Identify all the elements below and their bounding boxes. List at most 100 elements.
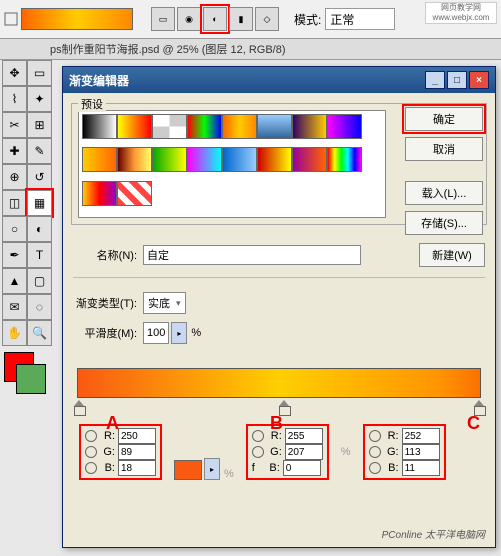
color-swatches[interactable] [2, 350, 52, 390]
load-button[interactable]: 载入(L)... [405, 181, 483, 205]
diamond-gradient-btn[interactable]: ◇ [255, 7, 279, 31]
gradient-bar[interactable]: A B C [77, 368, 481, 398]
radio-r-c[interactable] [369, 430, 381, 442]
cancel-button[interactable]: 取消 [405, 137, 483, 161]
gradient-preview[interactable] [21, 8, 133, 30]
opacity-stop-left[interactable] [74, 355, 84, 367]
linear-gradient-btn[interactable]: ▭ [151, 7, 175, 31]
eyedrop-tool[interactable]: ◌ [27, 294, 52, 320]
eraser-tool[interactable]: ◫ [2, 190, 27, 216]
preset-swatch[interactable] [82, 147, 117, 172]
type-tool[interactable]: T [27, 242, 52, 268]
preset-swatch[interactable] [117, 114, 152, 139]
document-tab[interactable]: ps制作重阳节海报.psd @ 25% (图层 12, RGB/8) [0, 39, 501, 60]
preset-swatch[interactable] [292, 114, 327, 139]
reflected-gradient-btn[interactable]: ▮ [229, 7, 253, 31]
color-stop-b[interactable] [279, 400, 289, 412]
notes-tool[interactable]: ✉ [2, 294, 27, 320]
g-b-input[interactable] [285, 444, 323, 460]
shape-tool[interactable]: ▢ [27, 268, 52, 294]
r-b-input[interactable] [285, 428, 323, 444]
preset-swatch[interactable] [187, 147, 222, 172]
zoom-tool[interactable]: 🔍 [27, 320, 52, 346]
ok-button[interactable]: 确定 [405, 107, 483, 131]
color-well-a[interactable] [174, 460, 202, 480]
tool-palette: ✥▭ ⌇✦ ✂⊞ ✚✎ ⊕↺ ◫▦ ○◐ ✒T ▲▢ ✉◌ ✋🔍 [2, 60, 52, 390]
blur-tool[interactable]: ○ [2, 216, 27, 242]
preset-swatch[interactable] [222, 147, 257, 172]
name-label: 名称(N): [73, 247, 137, 263]
angle-gradient-btn[interactable]: ◐ [203, 7, 227, 31]
radio-g-b[interactable] [252, 446, 264, 458]
preset-swatch[interactable] [257, 147, 292, 172]
r-a-input[interactable] [118, 428, 156, 444]
preset-swatch[interactable] [82, 114, 117, 139]
color-flyout-a[interactable]: ▸ [204, 458, 220, 480]
smooth-input[interactable]: 100 [143, 322, 169, 344]
marquee-tool[interactable]: ▭ [27, 60, 52, 86]
color-stop-a[interactable] [74, 400, 84, 412]
preset-swatch[interactable] [222, 114, 257, 139]
wand-tool[interactable]: ✦ [27, 86, 52, 112]
history-brush-tool[interactable]: ↺ [27, 164, 52, 190]
r-c-input[interactable] [402, 428, 440, 444]
radio-g-a[interactable] [85, 446, 97, 458]
stamp-tool[interactable]: ⊕ [2, 164, 27, 190]
mode-value: 正常 [330, 11, 354, 28]
preset-swatch[interactable] [117, 181, 152, 206]
preset-swatch[interactable] [117, 147, 152, 172]
close-button[interactable]: × [469, 71, 489, 89]
gradient-tool[interactable]: ▦ [27, 190, 52, 216]
minimize-button[interactable]: _ [425, 71, 445, 89]
radial-gradient-btn[interactable]: ◉ [177, 7, 201, 31]
new-button[interactable]: 新建(W) [419, 243, 485, 267]
type-dropdown[interactable]: 实底 [143, 292, 186, 314]
tool-indicator-icon [4, 12, 18, 26]
smooth-spin[interactable]: ▸ [171, 322, 187, 344]
slice-tool[interactable]: ⊞ [27, 112, 52, 138]
b-c-input[interactable] [402, 460, 440, 476]
brush-tool[interactable]: ✎ [27, 138, 52, 164]
radio-r-b[interactable] [252, 430, 264, 442]
g-c-input[interactable] [402, 444, 440, 460]
mode-label: 模式: [294, 11, 321, 28]
b-a-input[interactable] [118, 460, 156, 476]
heal-tool[interactable]: ✚ [2, 138, 27, 164]
b-b-input[interactable] [283, 460, 321, 476]
preset-swatch[interactable] [82, 181, 117, 206]
crop-tool[interactable]: ✂ [2, 112, 27, 138]
pen-tool[interactable]: ▲ [2, 268, 27, 294]
preset-label: 预设 [78, 96, 106, 112]
preset-swatch[interactable] [152, 147, 187, 172]
preset-swatch[interactable] [327, 147, 362, 172]
dialog-titlebar[interactable]: 渐变编辑器 _ □ × [63, 67, 495, 93]
preset-swatch[interactable] [292, 147, 327, 172]
color-stop-c[interactable] [474, 400, 484, 412]
percent-label: % [191, 327, 201, 339]
dialog-title: 渐变编辑器 [69, 72, 129, 89]
g-a-input[interactable] [118, 444, 156, 460]
name-input[interactable] [143, 245, 361, 265]
mode-dropdown[interactable]: 正常 [325, 8, 395, 30]
radio-r-a[interactable] [85, 430, 97, 442]
move-tool[interactable]: ✥ [2, 60, 27, 86]
preset-swatch[interactable] [187, 114, 222, 139]
radio-b-a[interactable] [85, 462, 97, 474]
watermark: 网页教学网 www.webjx.com [425, 2, 497, 24]
lasso-tool[interactable]: ⌇ [2, 86, 27, 112]
type-label: 渐变类型(T): [73, 295, 137, 311]
path-tool[interactable]: ✒ [2, 242, 27, 268]
hand-tool[interactable]: ✋ [2, 320, 27, 346]
preset-swatch[interactable] [152, 114, 187, 139]
preset-swatch[interactable] [327, 114, 362, 139]
maximize-button[interactable]: □ [447, 71, 467, 89]
preset-swatch[interactable] [257, 114, 292, 139]
preset-grid[interactable] [78, 110, 386, 218]
radio-b-c[interactable] [369, 462, 381, 474]
label-b: B [270, 413, 283, 434]
background-swatch[interactable] [16, 364, 46, 394]
dodge-tool[interactable]: ◐ [27, 216, 52, 242]
opacity-stop-right[interactable] [474, 355, 484, 367]
radio-g-c[interactable] [369, 446, 381, 458]
gradient-type-group: ▭ ◉ ◐ ▮ ◇ [151, 7, 279, 31]
